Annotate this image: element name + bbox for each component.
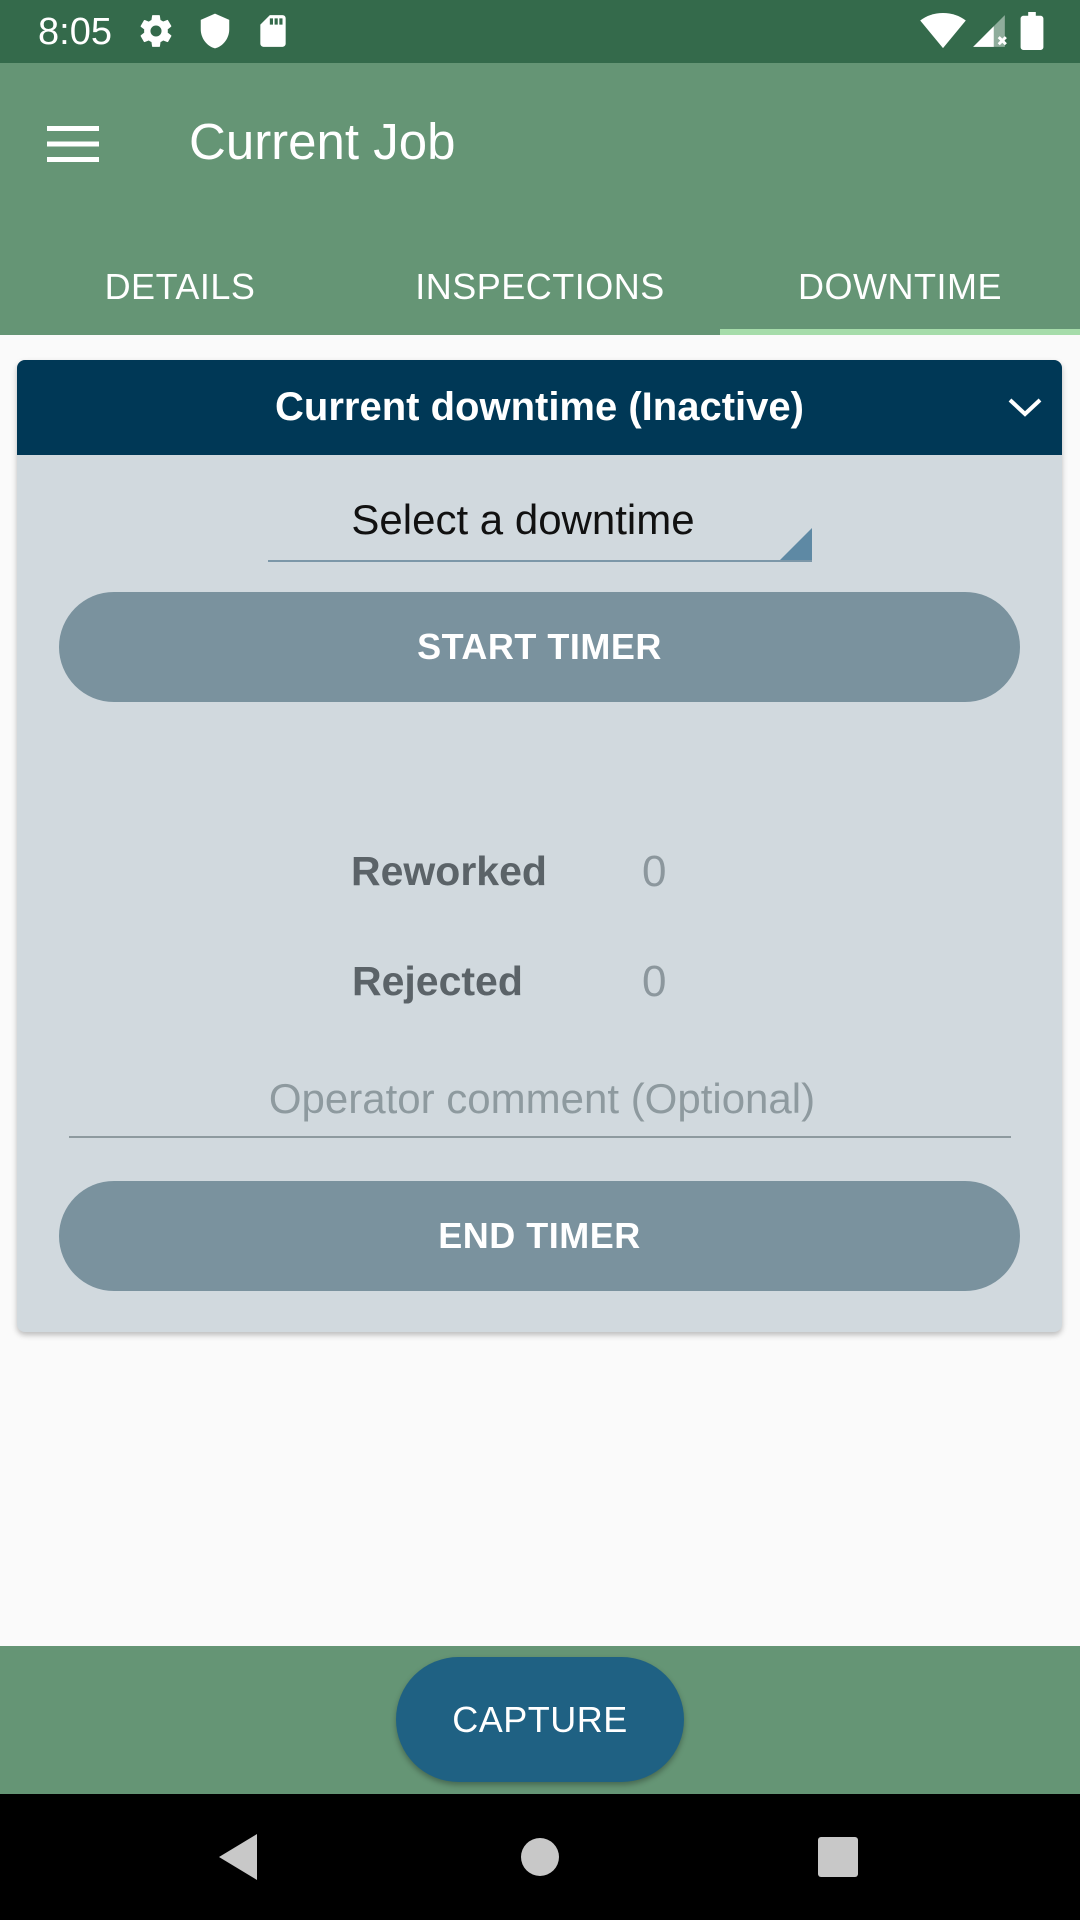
operator-comment-input[interactable] bbox=[69, 1060, 1015, 1138]
start-timer-label: START TIMER bbox=[417, 626, 662, 667]
downtime-select-value: Select a downtime bbox=[351, 496, 695, 543]
end-timer-button[interactable]: END TIMER bbox=[59, 1181, 1020, 1291]
rejected-value: 0 bbox=[642, 957, 667, 1006]
signal-icon bbox=[970, 12, 1008, 50]
tab-label: INSPECTIONS bbox=[415, 266, 665, 307]
wifi-icon bbox=[920, 12, 966, 50]
tab-details[interactable]: DETAILS bbox=[0, 239, 360, 335]
home-icon[interactable] bbox=[505, 1822, 575, 1892]
tab-downtime[interactable]: DOWNTIME bbox=[720, 239, 1080, 335]
operator-comment-field bbox=[69, 1060, 1015, 1138]
bottom-bar: CAPTURE bbox=[0, 1646, 1080, 1794]
recents-icon[interactable] bbox=[803, 1822, 873, 1892]
status-bar: 8:05 bbox=[0, 0, 1080, 63]
card-title: Current downtime (Inactive) bbox=[275, 385, 804, 429]
end-timer-label: END TIMER bbox=[438, 1215, 641, 1256]
battery-icon bbox=[1020, 12, 1044, 50]
chevron-down-icon[interactable] bbox=[1000, 382, 1050, 432]
tab-label: DOWNTIME bbox=[798, 266, 1002, 307]
card-header[interactable]: Current downtime (Inactive) bbox=[17, 360, 1062, 455]
capture-label: CAPTURE bbox=[452, 1698, 628, 1740]
downtime-select[interactable]: Select a downtime bbox=[268, 480, 812, 562]
shield-icon bbox=[196, 12, 234, 50]
status-time: 8:05 bbox=[38, 11, 112, 53]
app-bar: Current Job DETAILS INSPECTIONS DOWNTIME bbox=[0, 63, 1080, 335]
reworked-label: Reworked bbox=[351, 848, 547, 894]
navigation-bar bbox=[0, 1794, 1080, 1920]
reworked-value: 0 bbox=[642, 847, 667, 896]
capture-button[interactable]: CAPTURE bbox=[396, 1657, 684, 1782]
start-timer-button[interactable]: START TIMER bbox=[59, 592, 1020, 702]
hamburger-menu-icon[interactable] bbox=[34, 105, 112, 183]
tab-label: DETAILS bbox=[104, 266, 256, 307]
dropdown-arrow-icon bbox=[780, 528, 812, 560]
gear-icon bbox=[137, 12, 175, 50]
tab-inspections[interactable]: INSPECTIONS bbox=[360, 239, 720, 335]
back-icon[interactable] bbox=[203, 1822, 273, 1892]
page-title: Current Job bbox=[189, 113, 456, 170]
rejected-label: Rejected bbox=[352, 958, 523, 1004]
sd-card-icon bbox=[254, 12, 292, 50]
tab-bar: DETAILS INSPECTIONS DOWNTIME bbox=[0, 239, 1080, 335]
downtime-card: Current downtime (Inactive) Select a dow… bbox=[17, 360, 1062, 1332]
tab-selected-indicator bbox=[720, 329, 1080, 335]
